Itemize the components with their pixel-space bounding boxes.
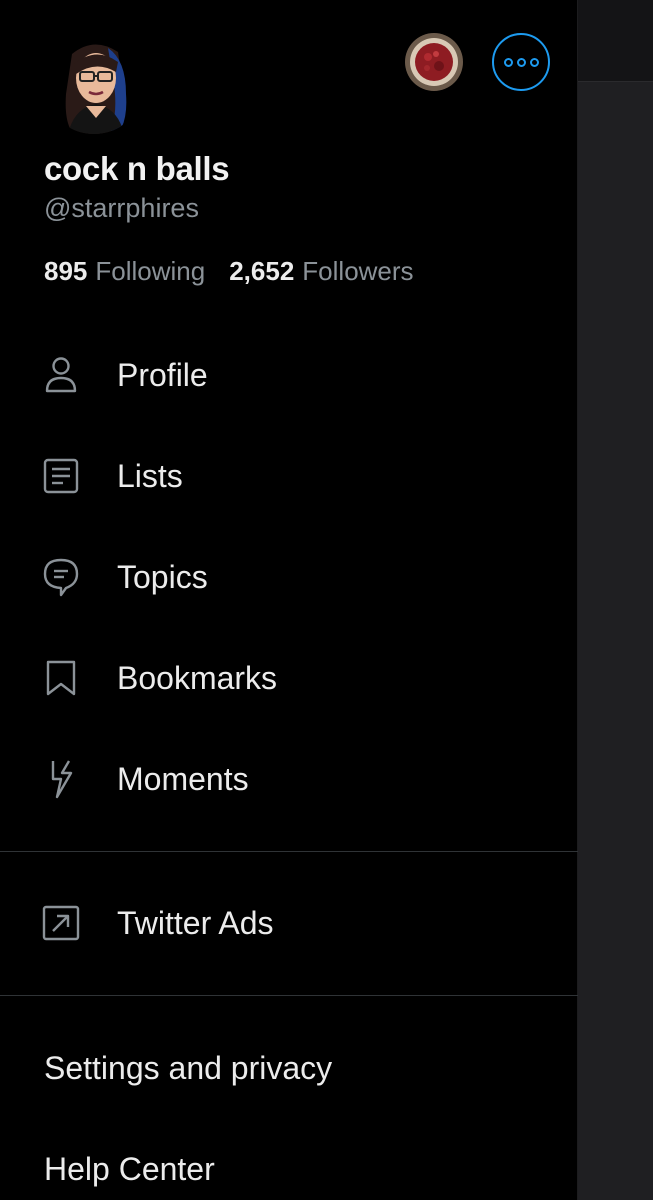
menu-item-label: Topics [117,558,208,595]
following-count[interactable]: 895 [44,256,87,287]
more-dot-icon [529,57,539,67]
followers-count[interactable]: 2,652 [229,256,294,287]
side-drawer: cock n balls @starrphires 895 Following … [0,0,578,1200]
menu-item-label: Profile [117,356,208,393]
help-center-link[interactable]: Help Center [44,1151,215,1188]
avatar-image [44,34,144,134]
lightning-icon [40,758,82,800]
menu-item-label: Bookmarks [117,659,278,696]
more-dot-icon [503,57,513,67]
alt-account-avatar[interactable] [405,33,463,91]
menu-item-moments[interactable]: Moments [0,739,578,819]
avatar[interactable] [44,34,144,134]
menu-item-label: Twitter Ads [117,904,274,941]
backdrop-header [578,0,653,82]
alt-account-image [405,33,463,91]
menu-item-profile[interactable]: Profile [0,335,578,415]
list-icon [40,455,82,497]
followers-label[interactable]: Followers [302,256,413,287]
follow-stats: 895 Following 2,652 Followers [44,256,438,287]
more-dot-icon [516,57,526,67]
menu-item-topics[interactable]: Topics [0,537,578,617]
divider [0,995,578,996]
bookmark-icon [40,657,82,699]
more-accounts-button[interactable] [492,33,550,91]
user-handle: @starrphires [44,193,199,223]
menu-item-label: Lists [117,457,183,494]
menu-item-bookmarks[interactable]: Bookmarks [0,638,578,718]
person-icon [40,354,82,396]
display-name[interactable]: cock n balls [44,150,230,188]
divider [0,851,578,852]
external-link-icon [40,902,82,944]
menu-item-twitter-ads[interactable]: Twitter Ads [0,883,578,963]
topics-icon [40,556,82,598]
following-label[interactable]: Following [95,256,205,287]
menu-item-label: Moments [117,760,249,797]
backdrop-overlay[interactable] [578,0,653,1200]
menu-item-lists[interactable]: Lists [0,436,578,516]
settings-and-privacy-link[interactable]: Settings and privacy [44,1050,332,1087]
